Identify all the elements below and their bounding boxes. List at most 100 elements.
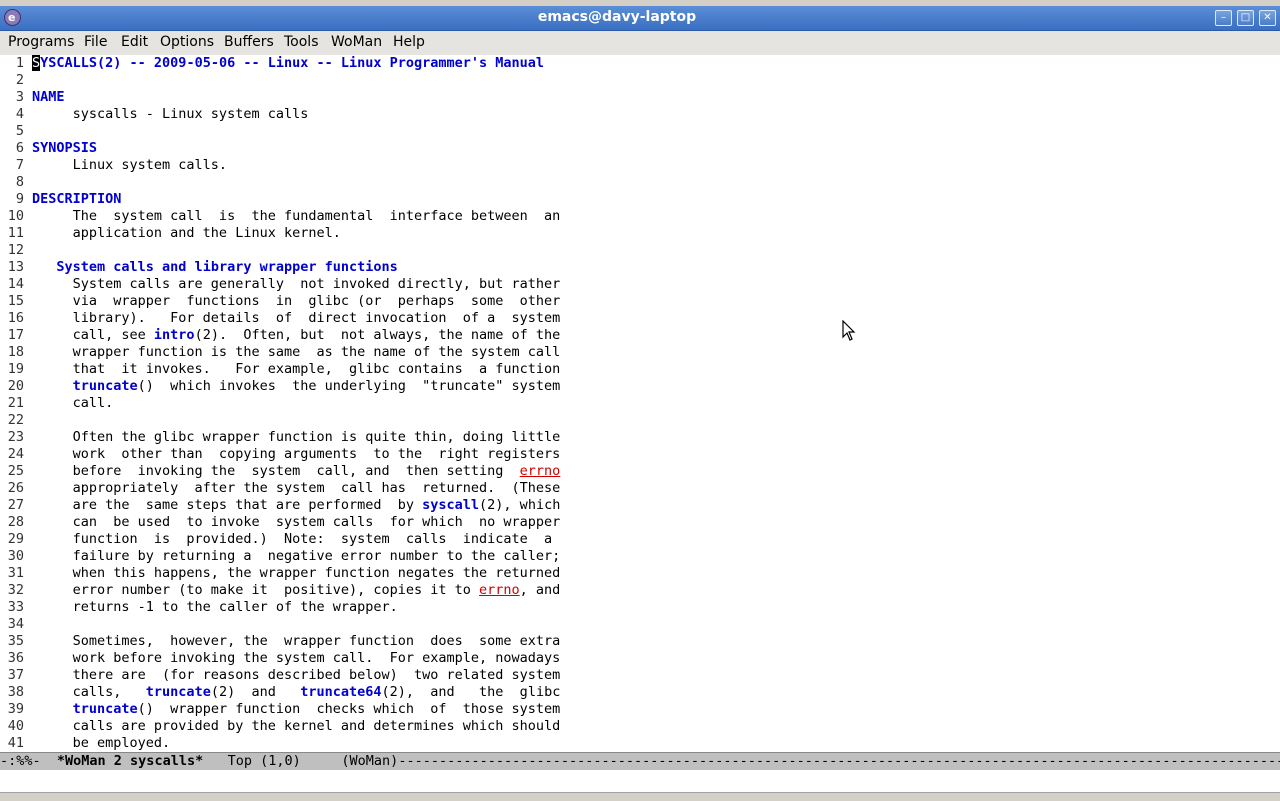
man-page-link[interactable]: intro <box>154 327 195 343</box>
modeline-buffer-name[interactable]: *WoMan 2 syscalls* <box>57 753 203 769</box>
line-number: 1 <box>15 55 24 71</box>
man-page-link[interactable]: truncate <box>73 378 138 394</box>
line-number: 29 <box>7 531 24 547</box>
line-number: 37 <box>7 667 24 683</box>
text-segment: via wrapper functions in glibc (or perha… <box>32 293 561 309</box>
line-number: 31 <box>7 565 24 581</box>
text-segment: function is provided.) Note: system call… <box>32 531 553 547</box>
line-number: 3 <box>15 89 24 105</box>
line-number: 8 <box>15 174 24 190</box>
line-text: are the same steps that are performed by… <box>32 497 561 514</box>
menu-buffers[interactable]: Buffers <box>224 34 274 50</box>
modeline-mode[interactable]: (WoMan) <box>341 753 398 769</box>
man-page-link[interactable]: truncate <box>73 701 138 717</box>
line-text: calls, truncate(2) and truncate64(2), an… <box>32 684 561 701</box>
man-page-link[interactable]: truncate64 <box>300 684 381 700</box>
text-segment: there are (for reasons described below) … <box>32 667 561 683</box>
text-segment: calls, <box>32 684 146 700</box>
text-segment: failure by returning a negative error nu… <box>32 548 561 564</box>
text-segment: application and the Linux kernel. <box>32 225 341 241</box>
text-segment: Linux system calls. <box>32 157 228 173</box>
line-number: 13 <box>7 259 24 275</box>
text-segment: , and <box>519 582 561 598</box>
menu-options[interactable]: Options <box>160 34 214 50</box>
text-segment: when this happens, the wrapper function … <box>32 565 561 581</box>
line-number: 32 <box>7 582 24 598</box>
text-segment: can be used to invoke system calls for w… <box>32 514 561 530</box>
line-number: 26 <box>7 480 24 496</box>
text-segment: are the same steps that are performed by <box>32 497 423 513</box>
menu-programs[interactable]: Programs <box>8 34 74 50</box>
line-number: 23 <box>7 429 24 445</box>
man-page-link[interactable]: syscall <box>422 497 479 513</box>
section-heading: SYNOPSIS <box>32 140 98 156</box>
close-button[interactable]: ✕ <box>1259 10 1276 26</box>
minibuffer[interactable] <box>0 770 1280 792</box>
line-number: 24 <box>7 446 24 462</box>
text-segment: wrapper function is the same as the name… <box>32 344 561 360</box>
text-segment: that it invokes. For example, glibc cont… <box>32 361 561 377</box>
line-text: before invoking the system call, and the… <box>32 463 561 480</box>
text-segment <box>32 701 73 717</box>
text-segment: call. <box>32 395 114 411</box>
maximize-button[interactable]: □ <box>1237 10 1254 26</box>
line-number: 40 <box>7 718 24 734</box>
buffer-text-area[interactable]: 1 SYSCALLS(2) -- 2009-05-06 -- Linux -- L… <box>0 55 1280 752</box>
line-text: function is provided.) Note: system call… <box>32 531 553 548</box>
text-segment: () which invokes the underlying "truncat… <box>137 378 561 394</box>
line-text: NAME <box>32 89 65 106</box>
line-text: The system call is the fundamental inter… <box>32 208 561 225</box>
line-text: work other than copying arguments to the… <box>32 446 561 463</box>
mode-line: -:%%- *WoMan 2 syscalls* Top (1,0) (WoMa… <box>0 752 1280 771</box>
section-heading: DESCRIPTION <box>32 191 122 207</box>
line-text: truncate() wrapper function checks which… <box>32 701 561 718</box>
text-segment <box>32 259 56 275</box>
modeline-status: -:%%- <box>0 753 41 769</box>
text-segment: (2), which <box>479 497 561 513</box>
line-number: 25 <box>7 463 24 479</box>
line-text: call. <box>32 395 114 412</box>
window-titlebar[interactable]: e emacs@davy-laptop – □ ✕ <box>0 6 1280 31</box>
close-icon: ✕ <box>1263 12 1272 23</box>
text-segment: Often the glibc wrapper function is quit… <box>32 429 561 445</box>
menu-help[interactable]: Help <box>393 34 425 50</box>
line-text: call, see intro(2). Often, but not alway… <box>32 327 561 344</box>
line-number: 18 <box>7 344 24 360</box>
line-text: can be used to invoke system calls for w… <box>32 514 561 531</box>
line-number: 20 <box>7 378 24 394</box>
menu-bar: Programs File Edit Options Buffers Tools… <box>0 31 1280 56</box>
menu-file[interactable]: File <box>84 34 107 50</box>
line-number: 36 <box>7 650 24 666</box>
man-page-link[interactable]: truncate <box>146 684 211 700</box>
line-text: truncate() which invokes the underlying … <box>32 378 561 395</box>
man-page-link[interactable]: errno <box>520 463 561 479</box>
line-number: 28 <box>7 514 24 530</box>
line-number: 4 <box>15 106 24 122</box>
line-number: 2 <box>15 72 24 88</box>
line-number: 15 <box>7 293 24 309</box>
line-number: 17 <box>7 327 24 343</box>
section-heading: YSCALLS(2) -- 2009-05-06 -- Linux -- Lin… <box>40 55 545 71</box>
line-text: DESCRIPTION <box>32 191 121 208</box>
man-page-link[interactable]: errno <box>479 582 520 598</box>
text-segment: (2). Often, but not always, the name of … <box>194 327 561 343</box>
menu-woman[interactable]: WoMan <box>331 34 382 50</box>
section-heading: System calls and library wrapper functio… <box>56 259 398 275</box>
line-number: 27 <box>7 497 24 513</box>
text-segment: calls are provided by the kernel and det… <box>32 718 561 734</box>
line-text: be employed. <box>32 735 171 752</box>
menu-edit[interactable]: Edit <box>121 34 148 50</box>
minimize-button[interactable]: – <box>1215 10 1232 26</box>
menu-tools[interactable]: Tools <box>284 34 319 50</box>
line-text: Linux system calls. <box>32 157 227 174</box>
line-text: Often the glibc wrapper function is quit… <box>32 429 561 446</box>
line-text: via wrapper functions in glibc (or perha… <box>32 293 561 310</box>
line-number: 12 <box>7 242 24 258</box>
line-number: 6 <box>15 140 24 156</box>
line-number: 30 <box>7 548 24 564</box>
line-text: error number (to make it positive), copi… <box>32 582 561 599</box>
line-text: syscalls - Linux system calls <box>32 106 309 123</box>
text-segment: syscalls - Linux system calls <box>32 106 309 122</box>
line-text: System calls and library wrapper functio… <box>32 259 398 276</box>
text-segment: call, see <box>32 327 154 343</box>
